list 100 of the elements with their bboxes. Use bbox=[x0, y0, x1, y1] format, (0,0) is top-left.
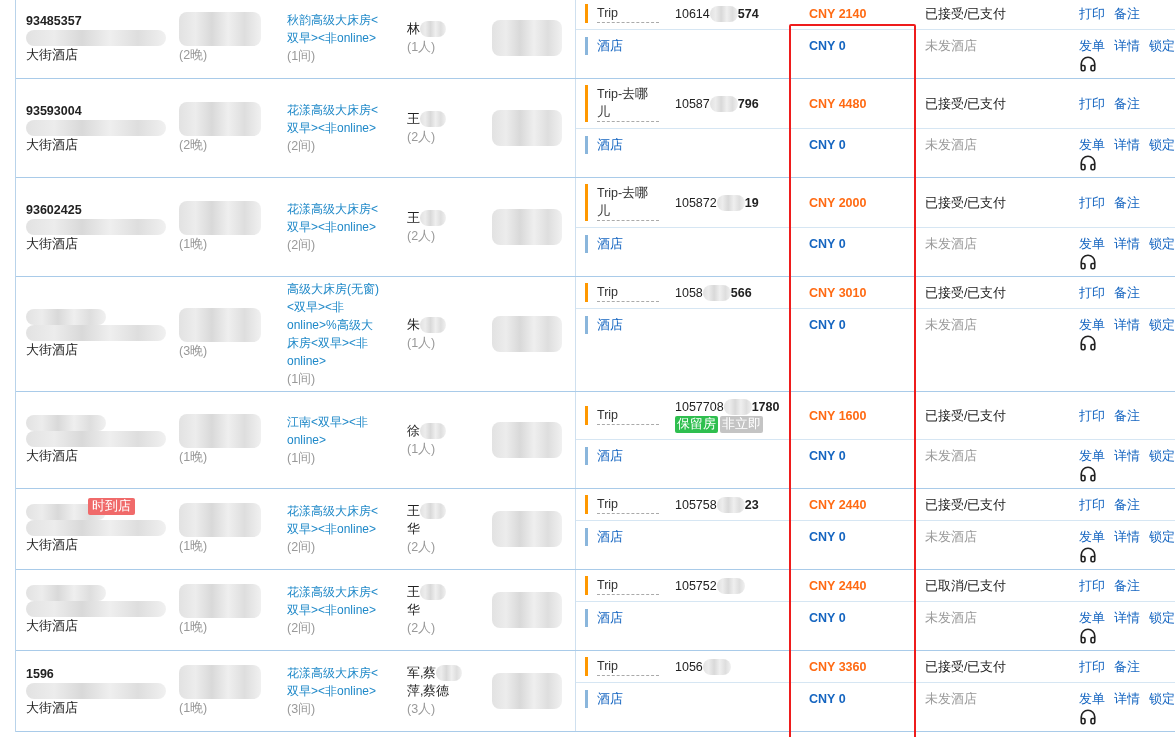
order-number: 19 bbox=[744, 194, 759, 212]
room-type-link[interactable]: 花漾高级大床房<双早><非online> bbox=[287, 101, 383, 137]
headset-icon[interactable] bbox=[1079, 253, 1097, 271]
order-id: 1596 bbox=[26, 666, 55, 683]
status-text: 未发酒店 bbox=[925, 38, 978, 55]
action-link[interactable]: 备注 bbox=[1114, 576, 1140, 595]
redaction-blur bbox=[716, 194, 745, 211]
order-number: 23 bbox=[744, 496, 759, 514]
room-type-link[interactable]: 花漾高级大床房<双早><非online> bbox=[287, 664, 383, 700]
headset-icon[interactable] bbox=[1079, 154, 1097, 172]
headset-icon[interactable] bbox=[1079, 465, 1097, 483]
supplier-link[interactable]: 酒店 bbox=[597, 136, 659, 154]
action-link[interactable]: 发单 bbox=[1079, 37, 1105, 55]
status-text: 已接受/已支付 bbox=[925, 5, 1008, 23]
action-link[interactable]: 详情 bbox=[1114, 447, 1140, 465]
room-count: (2间) bbox=[287, 620, 317, 637]
status-text: 已接受/已支付 bbox=[925, 496, 1008, 514]
action-link[interactable]: 打印 bbox=[1079, 495, 1105, 514]
room-count: (3间) bbox=[287, 701, 317, 718]
redaction-blur bbox=[723, 399, 752, 415]
redaction-blur bbox=[492, 673, 562, 709]
action-link[interactable]: 发单 bbox=[1079, 447, 1105, 465]
order-number: 105752 bbox=[675, 577, 717, 595]
redaction-blur bbox=[492, 110, 562, 146]
action-link[interactable]: 打印 bbox=[1079, 406, 1105, 425]
redaction-blur bbox=[492, 592, 562, 628]
action-link[interactable]: 备注 bbox=[1114, 283, 1140, 302]
guest-name: 萍,蔡德 bbox=[407, 683, 451, 700]
action-link[interactable]: 锁定 bbox=[1149, 235, 1175, 253]
action-link[interactable]: 发单 bbox=[1079, 235, 1105, 253]
action-link[interactable]: 打印 bbox=[1079, 193, 1105, 212]
action-link[interactable]: 打印 bbox=[1079, 283, 1105, 302]
room-type-link[interactable]: 高级大床房(无窗)<双早><非online>%高级大床房<双早><非online> bbox=[287, 280, 383, 370]
room-type-link[interactable]: 花漾高级大床房<双早><非online> bbox=[287, 502, 383, 538]
order-number: 1056 bbox=[675, 658, 703, 676]
action-link[interactable]: 详情 bbox=[1114, 136, 1140, 154]
supplier-link[interactable]: 酒店 bbox=[597, 37, 659, 55]
room-type-link[interactable]: 花漾高级大床房<双早><非online> bbox=[287, 200, 383, 236]
action-link[interactable]: 打印 bbox=[1079, 657, 1105, 676]
supplier-link[interactable]: 酒店 bbox=[597, 609, 659, 627]
action-link[interactable]: 发单 bbox=[1079, 528, 1105, 546]
action-link[interactable]: 详情 bbox=[1114, 690, 1140, 708]
redaction-blur bbox=[420, 584, 446, 600]
order-id: 93593004 bbox=[26, 103, 83, 120]
action-link[interactable]: 打印 bbox=[1079, 4, 1105, 23]
action-link[interactable]: 锁定 bbox=[1149, 609, 1175, 627]
action-link[interactable]: 备注 bbox=[1114, 4, 1140, 23]
hotel-name: 大街酒店 bbox=[26, 448, 79, 465]
action-link[interactable]: 备注 bbox=[1114, 193, 1140, 212]
room-type-link[interactable]: 花漾高级大床房<双早><非online> bbox=[287, 583, 383, 619]
room-count: (1间) bbox=[287, 48, 317, 65]
supplier-link[interactable]: 酒店 bbox=[597, 528, 659, 546]
action-link[interactable]: 发单 bbox=[1079, 136, 1105, 154]
action-link[interactable]: 打印 bbox=[1079, 576, 1105, 595]
action-link[interactable]: 详情 bbox=[1114, 528, 1140, 546]
guest-count: (2人) bbox=[407, 539, 437, 556]
action-link[interactable]: 备注 bbox=[1114, 657, 1140, 676]
action-link[interactable]: 详情 bbox=[1114, 235, 1140, 253]
order-number: 10614 bbox=[675, 5, 710, 23]
channel-name: Trip bbox=[597, 576, 659, 595]
action-link[interactable]: 详情 bbox=[1114, 609, 1140, 627]
action-link[interactable]: 锁定 bbox=[1149, 136, 1175, 154]
room-type-link[interactable]: 秋韵高级大床房<双早><非online> bbox=[287, 11, 383, 47]
action-link[interactable]: 锁定 bbox=[1149, 690, 1175, 708]
action-link[interactable]: 打印 bbox=[1079, 94, 1105, 113]
supplier-link[interactable]: 酒店 bbox=[597, 235, 659, 253]
action-link[interactable]: 详情 bbox=[1114, 37, 1140, 55]
status-text: 已接受/已支付 bbox=[925, 658, 1008, 676]
room-type-link[interactable]: 江南<双早><非online> bbox=[287, 413, 383, 449]
action-link[interactable]: 发单 bbox=[1079, 690, 1105, 708]
action-link[interactable]: 发单 bbox=[1079, 609, 1105, 627]
supplier-link[interactable]: 酒店 bbox=[597, 447, 659, 465]
guest-name: 王 bbox=[407, 210, 420, 227]
guest-name: 华 bbox=[407, 521, 421, 538]
action-link[interactable]: 备注 bbox=[1114, 94, 1140, 113]
status-text: 未发酒店 bbox=[925, 691, 978, 708]
nights-count: (1晚) bbox=[179, 700, 209, 717]
action-link[interactable]: 备注 bbox=[1114, 495, 1140, 514]
redaction-blur bbox=[716, 577, 745, 594]
action-link[interactable]: 备注 bbox=[1114, 406, 1140, 425]
action-link[interactable]: 锁定 bbox=[1149, 447, 1175, 465]
action-link[interactable]: 发单 bbox=[1079, 316, 1105, 334]
redaction-blur bbox=[420, 111, 446, 127]
order-number: 796 bbox=[737, 95, 759, 113]
headset-icon[interactable] bbox=[1079, 55, 1097, 73]
channel-name: Trip bbox=[597, 657, 659, 676]
headset-icon[interactable] bbox=[1079, 334, 1097, 352]
price: CNY 1600 bbox=[808, 407, 868, 425]
headset-icon[interactable] bbox=[1079, 627, 1097, 645]
headset-icon[interactable] bbox=[1079, 546, 1097, 564]
hotel-name: 大街酒店 bbox=[26, 618, 79, 635]
action-link[interactable]: 锁定 bbox=[1149, 316, 1175, 334]
action-link[interactable]: 详情 bbox=[1114, 316, 1140, 334]
channel-name: Trip bbox=[597, 495, 659, 514]
headset-icon[interactable] bbox=[1079, 708, 1097, 726]
supplier-link[interactable]: 酒店 bbox=[597, 316, 659, 334]
action-link[interactable]: 锁定 bbox=[1149, 37, 1175, 55]
guest-name: 王 bbox=[407, 503, 420, 520]
supplier-link[interactable]: 酒店 bbox=[597, 690, 659, 708]
action-link[interactable]: 锁定 bbox=[1149, 528, 1175, 546]
